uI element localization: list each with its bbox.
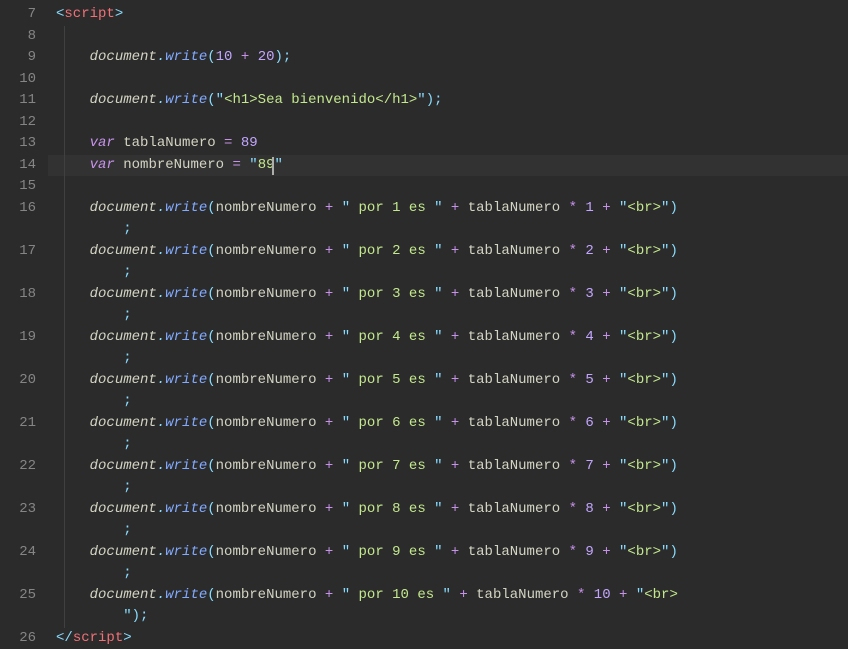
code-line-wrap[interactable]: ; [48,219,848,241]
text-cursor [272,157,274,175]
line-number: 7 [8,4,36,26]
line-number: 13 [8,133,36,155]
code-line[interactable] [48,69,848,91]
code-line-wrap[interactable]: ; [48,563,848,585]
code-line[interactable]: document.write(nombreNumero + " por 5 es… [48,370,848,392]
code-line[interactable]: document.write(nombreNumero + " por 6 es… [48,413,848,435]
line-number: 14 [8,155,36,177]
line-number-gutter: 78910111213141516.17.18.19.20.21.22.23.2… [0,0,48,649]
line-number: 25 [8,585,36,607]
line-number: 8 [8,26,36,48]
code-line[interactable]: document.write("<h1>Sea bienvenido</h1>"… [48,90,848,112]
line-number: 20 [8,370,36,392]
code-line[interactable]: document.write(10 + 20); [48,47,848,69]
code-line[interactable]: document.write(nombreNumero + " por 2 es… [48,241,848,263]
line-number: 19 [8,327,36,349]
code-line[interactable]: document.write(nombreNumero + " por 8 es… [48,499,848,521]
code-line[interactable]: </script> [48,628,848,649]
line-number: 18 [8,284,36,306]
line-number: 24 [8,542,36,564]
code-line[interactable]: document.write(nombreNumero + " por 3 es… [48,284,848,306]
code-line-wrap[interactable]: ; [48,348,848,370]
code-line[interactable]: document.write(nombreNumero + " por 7 es… [48,456,848,478]
code-line-wrap[interactable]: ; [48,434,848,456]
line-number: 21 [8,413,36,435]
line-number: 15 [8,176,36,198]
line-number: 10 [8,69,36,91]
code-line[interactable]: document.write(nombreNumero + " por 9 es… [48,542,848,564]
code-line[interactable] [48,112,848,134]
code-line[interactable]: var tablaNumero = 89 [48,133,848,155]
code-line[interactable]: document.write(nombreNumero + " por 4 es… [48,327,848,349]
code-editor-area[interactable]: <script> document.write(10 + 20); docume… [48,0,848,649]
line-number: 12 [8,112,36,134]
code-line[interactable]: document.write(nombreNumero + " por 10 e… [48,585,848,607]
line-number: 17 [8,241,36,263]
line-number: 26 [8,628,36,649]
line-number: 23 [8,499,36,521]
line-number: 22 [8,456,36,478]
code-line-wrap[interactable]: ; [48,305,848,327]
code-line[interactable] [48,26,848,48]
line-number: 9 [8,47,36,69]
line-number: 16 [8,198,36,220]
code-line-wrap[interactable]: ; [48,262,848,284]
code-line[interactable] [48,176,848,198]
line-number: 11 [8,90,36,112]
code-line[interactable]: document.write(nombreNumero + " por 1 es… [48,198,848,220]
code-line-wrap[interactable]: ; [48,477,848,499]
code-line-wrap[interactable]: ; [48,520,848,542]
code-line-wrap[interactable]: "); [48,606,848,628]
code-line-wrap[interactable]: ; [48,391,848,413]
code-line[interactable]: <script> [48,4,848,26]
code-line[interactable]: var nombreNumero = "89" [48,155,848,177]
